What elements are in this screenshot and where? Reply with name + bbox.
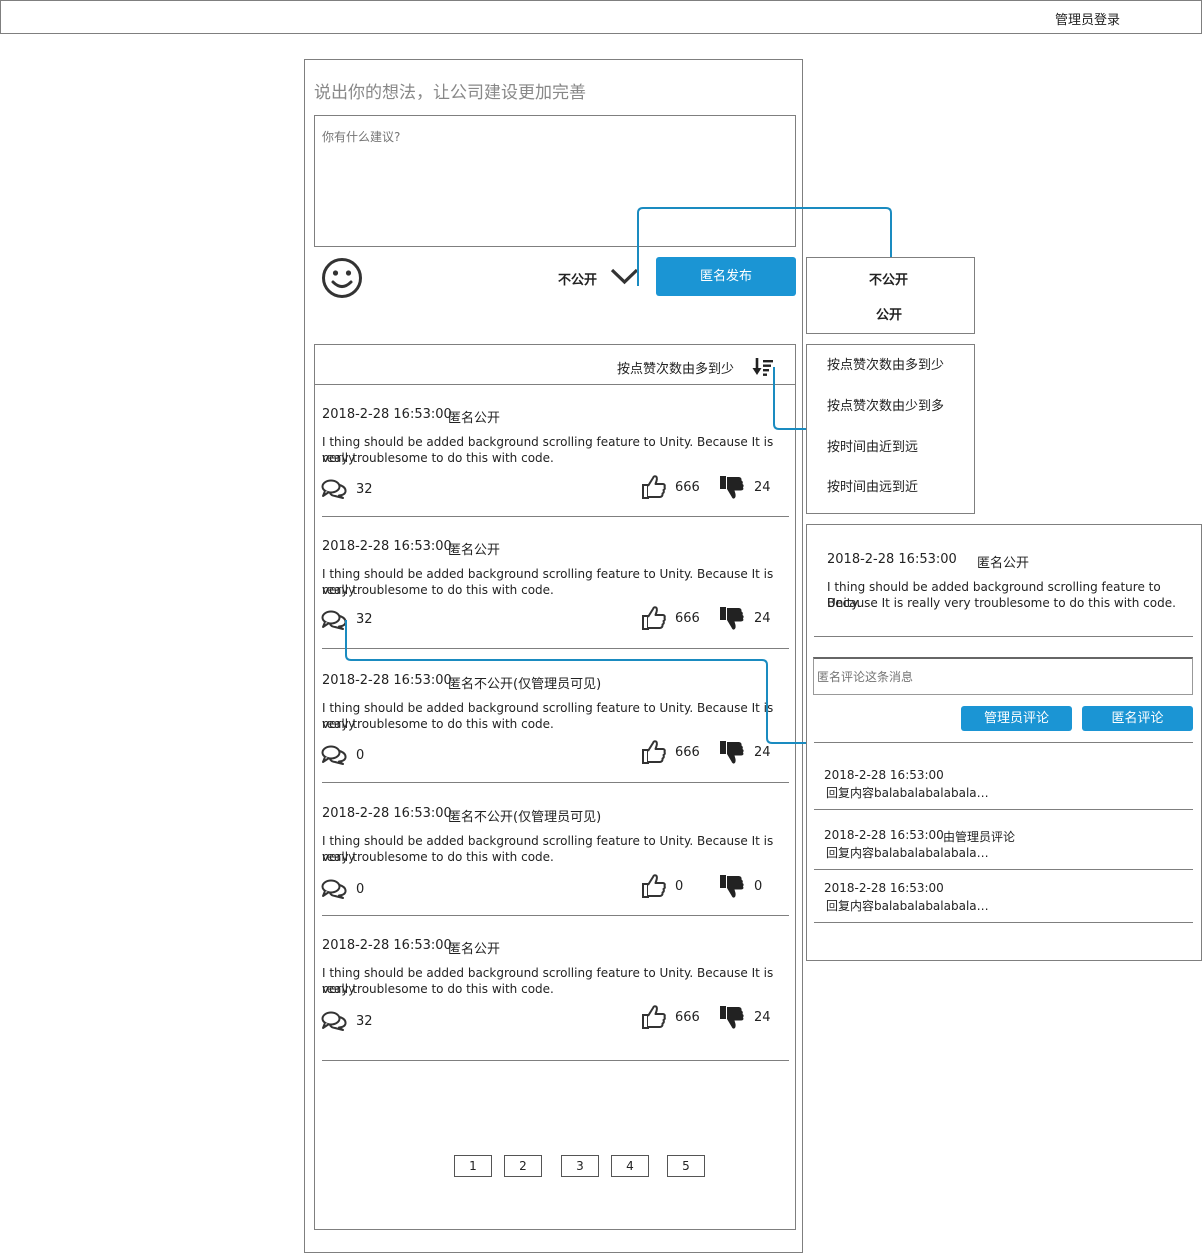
sort-option-time-newest[interactable]: 按时间由近到远	[827, 436, 918, 455]
sort-divider	[314, 384, 796, 385]
sort-option-likes-asc[interactable]: 按点赞次数由少到多	[827, 395, 944, 414]
reply-divider	[814, 922, 1193, 923]
reply-author: 由管理员评论	[943, 830, 1016, 844]
reply-time: 2018-2-28 16:53:00	[824, 828, 944, 842]
thumbs-down-icon[interactable]	[719, 605, 745, 631]
comment-icon[interactable]	[321, 479, 348, 499]
post-tag: 匿名不公开(仅管理员可见)	[448, 810, 602, 825]
reply-divider	[814, 742, 1193, 743]
dislike-count: 24	[754, 745, 771, 760]
post-text-line2: very troublesome to do this with code.	[322, 717, 554, 731]
anonymous-publish-button[interactable]: 匿名发布	[656, 257, 796, 296]
page-button[interactable]: 5	[667, 1155, 705, 1177]
detail-divider	[814, 636, 1193, 637]
like-count: 666	[675, 745, 700, 760]
thumbs-up-icon[interactable]	[641, 605, 667, 631]
comment-icon[interactable]	[321, 1011, 348, 1031]
sort-option-time-oldest[interactable]: 按时间由远到近	[827, 476, 918, 495]
dislike-count: 24	[754, 611, 771, 626]
page-button[interactable]: 4	[611, 1155, 649, 1177]
admin-comment-button[interactable]: 管理员评论	[961, 706, 1072, 731]
thumbs-up-icon[interactable]	[641, 1004, 667, 1030]
composer-title: 说出你的想法，让公司建设更加完善	[314, 83, 586, 103]
admin-login-link[interactable]: 管理员登录	[1055, 9, 1120, 28]
reply-divider	[814, 809, 1193, 810]
comment-icon[interactable]	[321, 610, 348, 630]
comment-icon[interactable]	[321, 745, 348, 765]
top-bar	[0, 0, 1202, 34]
post-time: 2018-2-28 16:53:00	[322, 673, 452, 688]
visibility-option-private[interactable]: 不公开	[869, 269, 908, 288]
sort-descending-icon[interactable]	[751, 357, 775, 377]
thumbs-down-icon[interactable]	[719, 1004, 745, 1030]
detail-time: 2018-2-28 16:53:00	[827, 552, 957, 567]
suggestion-input[interactable]	[314, 115, 796, 247]
comment-input[interactable]	[813, 657, 1193, 695]
chevron-down-icon[interactable]	[610, 267, 639, 287]
comment-count: 32	[356, 482, 373, 497]
reply-content: 回复内容balabalabalabala…	[826, 899, 989, 913]
post-text-line2: very troublesome to do this with code.	[322, 850, 554, 864]
detail-text-line2: Because It is really very troublesome to…	[827, 596, 1176, 610]
post-tag: 匿名公开	[448, 411, 501, 426]
post-divider	[322, 516, 789, 517]
post-divider	[322, 782, 789, 783]
sort-label[interactable]: 按点赞次数由多到少	[617, 358, 734, 377]
page-button[interactable]: 2	[504, 1155, 542, 1177]
post-divider	[322, 648, 789, 649]
dislike-count: 24	[754, 1010, 771, 1025]
like-count: 666	[675, 611, 700, 626]
post-divider	[322, 915, 789, 916]
detail-tag: 匿名公开	[977, 556, 1030, 571]
post-divider	[322, 1060, 789, 1061]
visibility-select-value[interactable]: 不公开	[558, 269, 597, 288]
visibility-option-public[interactable]: 公开	[876, 304, 902, 323]
comment-count: 32	[356, 1014, 373, 1029]
smiley-icon[interactable]	[321, 257, 363, 299]
comment-count: 0	[356, 748, 365, 763]
thumbs-up-icon[interactable]	[641, 739, 667, 765]
page-button[interactable]: 1	[454, 1155, 492, 1177]
post-time: 2018-2-28 16:53:00	[322, 407, 452, 422]
post-text-line2: very troublesome to do this with code.	[322, 982, 554, 996]
like-count: 666	[675, 1010, 700, 1025]
thumbs-down-icon[interactable]	[719, 873, 745, 899]
dislike-count: 0	[754, 879, 763, 894]
reply-content: 回复内容balabalabalabala…	[826, 786, 989, 800]
like-count: 0	[675, 879, 684, 894]
like-count: 666	[675, 480, 700, 495]
thumbs-down-icon[interactable]	[719, 474, 745, 500]
thumbs-up-icon[interactable]	[641, 873, 667, 899]
comment-count: 32	[356, 612, 373, 627]
thumbs-up-icon[interactable]	[641, 474, 667, 500]
sort-option-likes-desc[interactable]: 按点赞次数由多到少	[827, 354, 944, 373]
post-time: 2018-2-28 16:53:00	[322, 938, 452, 953]
thumbs-down-icon[interactable]	[719, 739, 745, 765]
comment-count: 0	[356, 882, 365, 897]
anonymous-comment-button[interactable]: 匿名评论	[1082, 706, 1193, 731]
reply-time: 2018-2-28 16:53:00	[824, 768, 944, 782]
dislike-count: 24	[754, 480, 771, 495]
post-time: 2018-2-28 16:53:00	[322, 806, 452, 821]
reply-divider	[814, 869, 1193, 870]
post-tag: 匿名公开	[448, 543, 501, 558]
post-tag: 匿名不公开(仅管理员可见)	[448, 677, 602, 692]
post-time: 2018-2-28 16:53:00	[322, 539, 452, 554]
post-text-line2: very troublesome to do this with code.	[322, 583, 554, 597]
post-tag: 匿名公开	[448, 942, 501, 957]
reply-time: 2018-2-28 16:53:00	[824, 881, 944, 895]
reply-content: 回复内容balabalabalabala…	[826, 846, 989, 860]
post-text-line2: very troublesome to do this with code.	[322, 451, 554, 465]
page-button[interactable]: 3	[561, 1155, 599, 1177]
comment-icon[interactable]	[321, 879, 348, 899]
